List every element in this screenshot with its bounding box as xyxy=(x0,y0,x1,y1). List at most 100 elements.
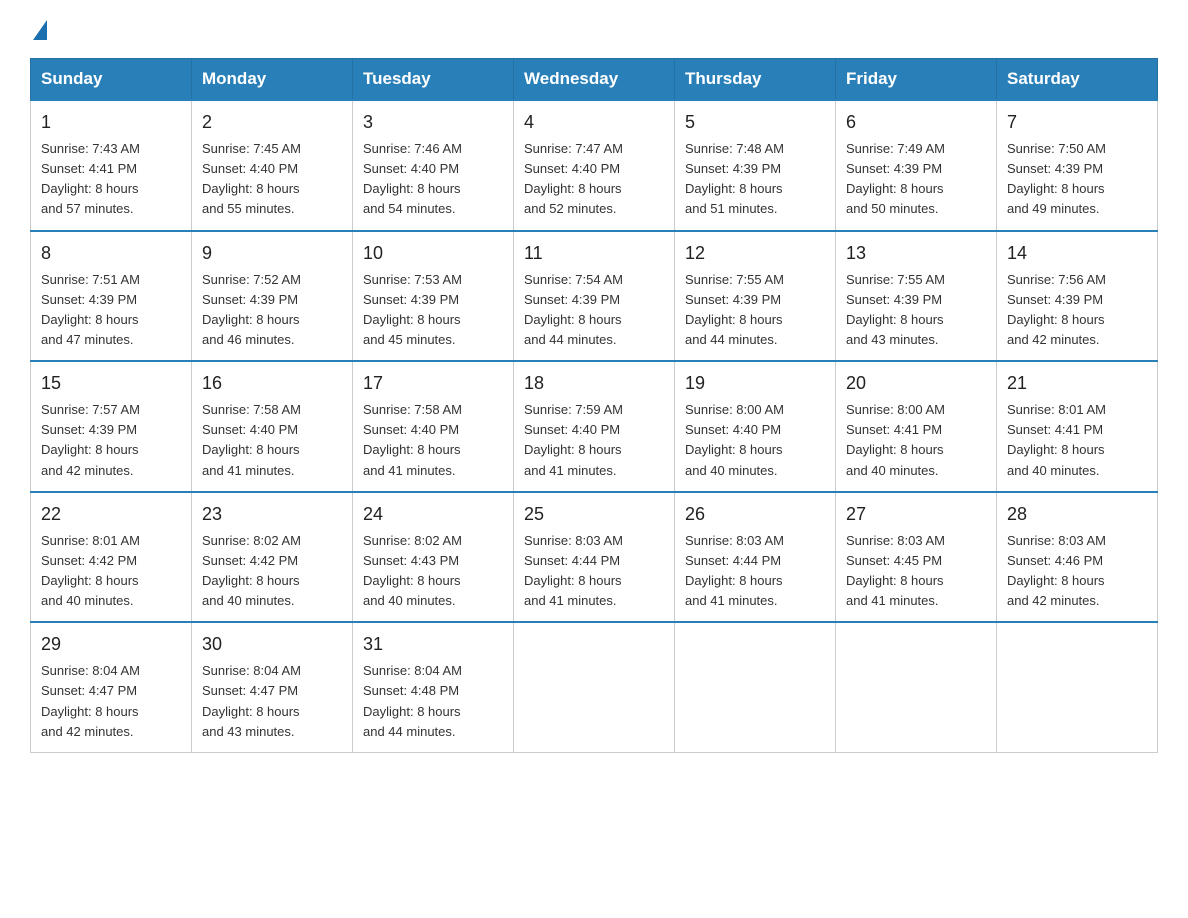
day-number: 9 xyxy=(202,240,342,267)
day-number: 21 xyxy=(1007,370,1147,397)
day-number: 22 xyxy=(41,501,181,528)
logo-top xyxy=(30,20,47,40)
day-number: 17 xyxy=(363,370,503,397)
day-number: 7 xyxy=(1007,109,1147,136)
calendar-week-row: 1 Sunrise: 7:43 AMSunset: 4:41 PMDaylight… xyxy=(31,100,1158,231)
day-info: Sunrise: 7:45 AMSunset: 4:40 PMDaylight:… xyxy=(202,139,342,220)
calendar-week-row: 15Sunrise: 7:57 AMSunset: 4:39 PMDayligh… xyxy=(31,361,1158,492)
calendar-cell: 23 Sunrise: 8:02 AMSunset: 4:42 PMDayligh… xyxy=(192,492,353,623)
day-number: 30 xyxy=(202,631,342,658)
calendar-cell: 19 Sunrise: 8:00 AMSunset: 4:40 PMDayligh… xyxy=(675,361,836,492)
calendar-cell xyxy=(675,622,836,752)
day-info: Sunrise: 7:49 AMSunset: 4:39 PMDaylight:… xyxy=(846,139,986,220)
calendar-cell: 14 Sunrise: 7:56 AMSunset: 4:39 PMDayligh… xyxy=(997,231,1158,362)
calendar-cell: 8Sunrise: 7:51 AMSunset: 4:39 PMDaylight… xyxy=(31,231,192,362)
day-info: Sunrise: 7:43 AMSunset: 4:41 PMDaylight:… xyxy=(41,139,181,220)
calendar-cell: 2 Sunrise: 7:45 AMSunset: 4:40 PMDaylight… xyxy=(192,100,353,231)
day-number: 24 xyxy=(363,501,503,528)
day-info: Sunrise: 7:54 AMSunset: 4:39 PMDaylight:… xyxy=(524,270,664,351)
day-number: 16 xyxy=(202,370,342,397)
column-header-saturday: Saturday xyxy=(997,59,1158,101)
day-info: Sunrise: 8:03 AMSunset: 4:46 PMDaylight:… xyxy=(1007,531,1147,612)
day-info: Sunrise: 7:58 AMSunset: 4:40 PMDaylight:… xyxy=(363,400,503,481)
calendar-cell xyxy=(836,622,997,752)
day-number: 28 xyxy=(1007,501,1147,528)
day-number: 4 xyxy=(524,109,664,136)
day-number: 8 xyxy=(41,240,181,267)
calendar-cell: 18 Sunrise: 7:59 AMSunset: 4:40 PMDayligh… xyxy=(514,361,675,492)
day-number: 14 xyxy=(1007,240,1147,267)
day-number: 26 xyxy=(685,501,825,528)
calendar-cell: 10 Sunrise: 7:53 AMSunset: 4:39 PMDayligh… xyxy=(353,231,514,362)
calendar-cell: 31 Sunrise: 8:04 AMSunset: 4:48 PMDayligh… xyxy=(353,622,514,752)
day-info: Sunrise: 8:04 AMSunset: 4:47 PMDaylight:… xyxy=(41,661,181,742)
day-info: Sunrise: 7:55 AMSunset: 4:39 PMDaylight:… xyxy=(846,270,986,351)
column-header-thursday: Thursday xyxy=(675,59,836,101)
day-info: Sunrise: 7:59 AMSunset: 4:40 PMDaylight:… xyxy=(524,400,664,481)
calendar-cell: 9 Sunrise: 7:52 AMSunset: 4:39 PMDaylight… xyxy=(192,231,353,362)
day-info: Sunrise: 7:46 AMSunset: 4:40 PMDaylight:… xyxy=(363,139,503,220)
calendar-cell: 4 Sunrise: 7:47 AMSunset: 4:40 PMDaylight… xyxy=(514,100,675,231)
calendar-cell: 21 Sunrise: 8:01 AMSunset: 4:41 PMDayligh… xyxy=(997,361,1158,492)
day-info: Sunrise: 8:02 AMSunset: 4:42 PMDaylight:… xyxy=(202,531,342,612)
calendar-week-row: 29 Sunrise: 8:04 AMSunset: 4:47 PMDayligh… xyxy=(31,622,1158,752)
day-info: Sunrise: 8:03 AMSunset: 4:44 PMDaylight:… xyxy=(524,531,664,612)
day-number: 11 xyxy=(524,240,664,267)
column-header-wednesday: Wednesday xyxy=(514,59,675,101)
day-number: 13 xyxy=(846,240,986,267)
day-number: 10 xyxy=(363,240,503,267)
calendar-week-row: 22 Sunrise: 8:01 AMSunset: 4:42 PMDayligh… xyxy=(31,492,1158,623)
day-number: 12 xyxy=(685,240,825,267)
calendar-cell: 6 Sunrise: 7:49 AMSunset: 4:39 PMDaylight… xyxy=(836,100,997,231)
calendar-cell: 15Sunrise: 7:57 AMSunset: 4:39 PMDayligh… xyxy=(31,361,192,492)
day-info: Sunrise: 7:47 AMSunset: 4:40 PMDaylight:… xyxy=(524,139,664,220)
calendar-cell xyxy=(997,622,1158,752)
day-info: Sunrise: 7:53 AMSunset: 4:39 PMDaylight:… xyxy=(363,270,503,351)
day-number: 19 xyxy=(685,370,825,397)
day-info: Sunrise: 7:48 AMSunset: 4:39 PMDaylight:… xyxy=(685,139,825,220)
calendar-week-row: 8Sunrise: 7:51 AMSunset: 4:39 PMDaylight… xyxy=(31,231,1158,362)
calendar-cell: 3Sunrise: 7:46 AMSunset: 4:40 PMDaylight… xyxy=(353,100,514,231)
calendar-table: SundayMondayTuesdayWednesdayThursdayFrid… xyxy=(30,58,1158,753)
calendar-cell: 22 Sunrise: 8:01 AMSunset: 4:42 PMDayligh… xyxy=(31,492,192,623)
column-header-sunday: Sunday xyxy=(31,59,192,101)
day-info: Sunrise: 8:00 AMSunset: 4:40 PMDaylight:… xyxy=(685,400,825,481)
day-number: 29 xyxy=(41,631,181,658)
calendar-cell: 5 Sunrise: 7:48 AMSunset: 4:39 PMDaylight… xyxy=(675,100,836,231)
calendar-cell: 16 Sunrise: 7:58 AMSunset: 4:40 PMDayligh… xyxy=(192,361,353,492)
day-info: Sunrise: 7:50 AMSunset: 4:39 PMDaylight:… xyxy=(1007,139,1147,220)
logo xyxy=(30,20,47,40)
day-info: Sunrise: 7:56 AMSunset: 4:39 PMDaylight:… xyxy=(1007,270,1147,351)
calendar-cell xyxy=(514,622,675,752)
day-info: Sunrise: 7:55 AMSunset: 4:39 PMDaylight:… xyxy=(685,270,825,351)
day-number: 18 xyxy=(524,370,664,397)
day-info: Sunrise: 8:00 AMSunset: 4:41 PMDaylight:… xyxy=(846,400,986,481)
calendar-cell: 20Sunrise: 8:00 AMSunset: 4:41 PMDayligh… xyxy=(836,361,997,492)
day-number: 5 xyxy=(685,109,825,136)
day-info: Sunrise: 8:04 AMSunset: 4:48 PMDaylight:… xyxy=(363,661,503,742)
day-number: 31 xyxy=(363,631,503,658)
day-info: Sunrise: 8:03 AMSunset: 4:45 PMDaylight:… xyxy=(846,531,986,612)
calendar-cell: 13 Sunrise: 7:55 AMSunset: 4:39 PMDayligh… xyxy=(836,231,997,362)
day-info: Sunrise: 8:02 AMSunset: 4:43 PMDaylight:… xyxy=(363,531,503,612)
calendar-header-row: SundayMondayTuesdayWednesdayThursdayFrid… xyxy=(31,59,1158,101)
day-number: 2 xyxy=(202,109,342,136)
day-info: Sunrise: 7:58 AMSunset: 4:40 PMDaylight:… xyxy=(202,400,342,481)
day-info: Sunrise: 8:04 AMSunset: 4:47 PMDaylight:… xyxy=(202,661,342,742)
calendar-cell: 30 Sunrise: 8:04 AMSunset: 4:47 PMDayligh… xyxy=(192,622,353,752)
calendar-cell: 7 Sunrise: 7:50 AMSunset: 4:39 PMDaylight… xyxy=(997,100,1158,231)
day-info: Sunrise: 8:03 AMSunset: 4:44 PMDaylight:… xyxy=(685,531,825,612)
day-number: 25 xyxy=(524,501,664,528)
day-number: 1 xyxy=(41,109,181,136)
day-number: 6 xyxy=(846,109,986,136)
day-number: 23 xyxy=(202,501,342,528)
calendar-cell: 12 Sunrise: 7:55 AMSunset: 4:39 PMDayligh… xyxy=(675,231,836,362)
day-info: Sunrise: 8:01 AMSunset: 4:42 PMDaylight:… xyxy=(41,531,181,612)
column-header-friday: Friday xyxy=(836,59,997,101)
calendar-cell: 27Sunrise: 8:03 AMSunset: 4:45 PMDayligh… xyxy=(836,492,997,623)
day-info: Sunrise: 7:57 AMSunset: 4:39 PMDaylight:… xyxy=(41,400,181,481)
column-header-monday: Monday xyxy=(192,59,353,101)
day-info: Sunrise: 7:52 AMSunset: 4:39 PMDaylight:… xyxy=(202,270,342,351)
calendar-cell: 29 Sunrise: 8:04 AMSunset: 4:47 PMDayligh… xyxy=(31,622,192,752)
day-info: Sunrise: 8:01 AMSunset: 4:41 PMDaylight:… xyxy=(1007,400,1147,481)
